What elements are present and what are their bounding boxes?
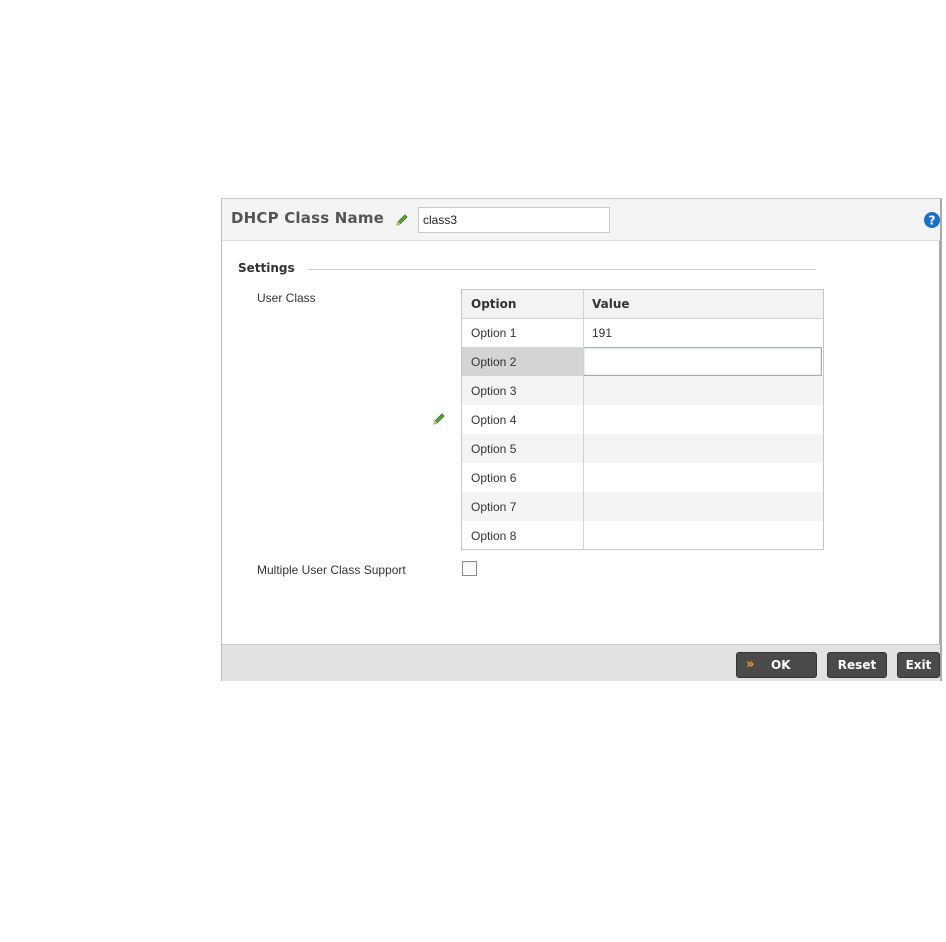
pencil-icon [396, 214, 408, 226]
dialog-footer: » OK Reset Exit [222, 644, 940, 681]
table-row[interactable]: Option 4 [462, 405, 823, 434]
multiple-user-class-label: Multiple User Class Support [257, 563, 406, 577]
user-class-label: User Class [257, 291, 316, 305]
table-row[interactable]: Option 2 [462, 347, 823, 376]
column-header-value: Value [592, 297, 630, 311]
reset-button[interactable]: Reset [827, 652, 887, 678]
dhcp-class-dialog: DHCP Class Name ? Settings User Class Op… [221, 198, 942, 681]
table-row[interactable]: Option 6 [462, 463, 823, 492]
dialog-header: DHCP Class Name ? [222, 199, 940, 241]
help-icon[interactable]: ? [923, 211, 941, 229]
option-cell: Option 3 [471, 384, 517, 398]
table-header: Option Value [462, 290, 823, 319]
option-cell: Option 8 [471, 529, 517, 543]
table-row[interactable]: Option 5 [462, 434, 823, 463]
ok-button[interactable]: » OK [736, 652, 817, 678]
table-row[interactable]: Option 7 [462, 492, 823, 521]
exit-button-label: Exit [905, 658, 932, 672]
dialog-title: DHCP Class Name [231, 209, 385, 227]
table-row[interactable]: Option 8 [462, 521, 823, 550]
value-cell[interactable]: 191 [592, 326, 612, 340]
table-row[interactable]: Option 1 191 [462, 318, 823, 347]
option-cell: Option 1 [471, 326, 517, 340]
table-row[interactable]: Option 3 [462, 376, 823, 405]
reset-button-label: Reset [837, 658, 877, 672]
multiple-user-class-checkbox[interactable] [462, 561, 477, 576]
column-header-option: Option [471, 297, 517, 311]
svg-text:?: ? [929, 214, 936, 228]
dhcp-class-name-input[interactable] [418, 207, 610, 233]
option-cell: Option 7 [471, 500, 517, 514]
option-cell: Option 5 [471, 442, 517, 456]
double-chevron-icon: » [746, 657, 755, 672]
settings-section-label: Settings [238, 261, 295, 275]
exit-button[interactable]: Exit [897, 652, 940, 678]
option-cell: Option 2 [471, 355, 517, 369]
settings-divider [308, 269, 816, 270]
value-input[interactable] [583, 347, 822, 376]
pencil-icon [433, 413, 445, 425]
user-class-table: Option Value Option 1 191 Option 2 Optio… [461, 289, 824, 550]
option-cell: Option 6 [471, 471, 517, 485]
option-cell: Option 4 [471, 413, 517, 427]
column-divider [583, 290, 584, 549]
ok-button-label: OK [771, 658, 791, 672]
